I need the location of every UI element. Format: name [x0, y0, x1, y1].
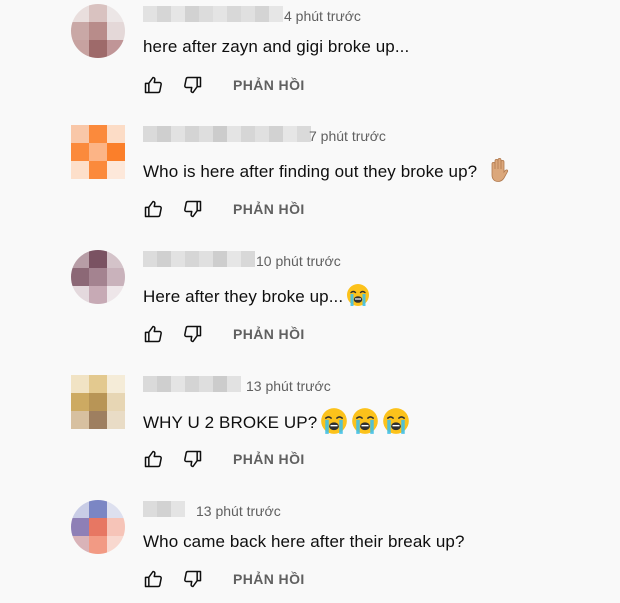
comment-text: WHY U 2 BROKE UP? [143, 407, 410, 440]
avatar[interactable] [71, 4, 125, 58]
author-name-blurred[interactable] [143, 126, 311, 142]
comment-timestamp[interactable]: 7 phút trước [309, 128, 386, 144]
thumbs-down-icon[interactable] [183, 449, 203, 469]
thumbs-down-icon[interactable] [183, 199, 203, 219]
author-name-blurred[interactable] [143, 376, 241, 392]
comment-actions: PHẢN HỒI [143, 75, 305, 95]
comment-text: Who came back here after their break up? [143, 532, 465, 552]
avatar[interactable] [71, 250, 125, 304]
reply-button[interactable]: PHẢN HỒI [233, 451, 305, 467]
thumbs-down-icon[interactable] [183, 75, 203, 95]
thumbs-up-icon[interactable] [143, 569, 163, 589]
comment-text-content: Who is here after finding out they broke… [143, 161, 478, 181]
author-name-blurred[interactable] [143, 501, 185, 517]
comment-text-content: Who came back here after their break up? [143, 532, 465, 551]
comment-timestamp[interactable]: 10 phút trước [256, 253, 341, 269]
comment-text-content: here after zayn and gigi broke up... [143, 37, 410, 56]
comment-timestamp[interactable]: 13 phút trước [246, 378, 331, 394]
reply-button[interactable]: PHẢN HỒI [233, 201, 305, 217]
comment-text: Who is here after finding out they broke… [143, 157, 511, 188]
comment-actions: PHẢN HỒI [143, 449, 305, 469]
loudly-crying-face-emoji [346, 283, 370, 312]
avatar[interactable] [71, 500, 125, 554]
thumbs-up-icon[interactable] [143, 324, 163, 344]
thumbs-up-icon[interactable] [143, 75, 163, 95]
loudly-crying-face-emoji [351, 407, 379, 440]
loudly-crying-face-emoji [382, 407, 410, 440]
comment-actions: PHẢN HỒI [143, 324, 305, 344]
loudly-crying-face-emoji [320, 407, 348, 440]
comment-actions: PHẢN HỒI [143, 569, 305, 589]
comment-timestamp[interactable]: 4 phút trước [284, 8, 361, 24]
reply-button[interactable]: PHẢN HỒI [233, 326, 305, 342]
raised-hand-emoji [487, 157, 511, 188]
reply-button[interactable]: PHẢN HỒI [233, 77, 305, 93]
reply-button[interactable]: PHẢN HỒI [233, 571, 305, 587]
author-name-blurred[interactable] [143, 251, 255, 267]
thumbs-up-icon[interactable] [143, 199, 163, 219]
thumbs-down-icon[interactable] [183, 324, 203, 344]
thumbs-down-icon[interactable] [183, 569, 203, 589]
avatar[interactable] [71, 375, 125, 429]
comment-text-content: WHY U 2 BROKE UP? [143, 412, 318, 432]
comment-actions: PHẢN HỒI [143, 199, 305, 219]
comment-text-content: Here after they broke up... [143, 286, 344, 306]
comment-text: here after zayn and gigi broke up... [143, 37, 409, 57]
thumbs-up-icon[interactable] [143, 449, 163, 469]
comment-text: Here after they broke up... [143, 283, 370, 312]
avatar[interactable] [71, 125, 125, 179]
comment-timestamp[interactable]: 13 phút trước [196, 503, 281, 519]
author-name-blurred[interactable] [143, 6, 283, 22]
